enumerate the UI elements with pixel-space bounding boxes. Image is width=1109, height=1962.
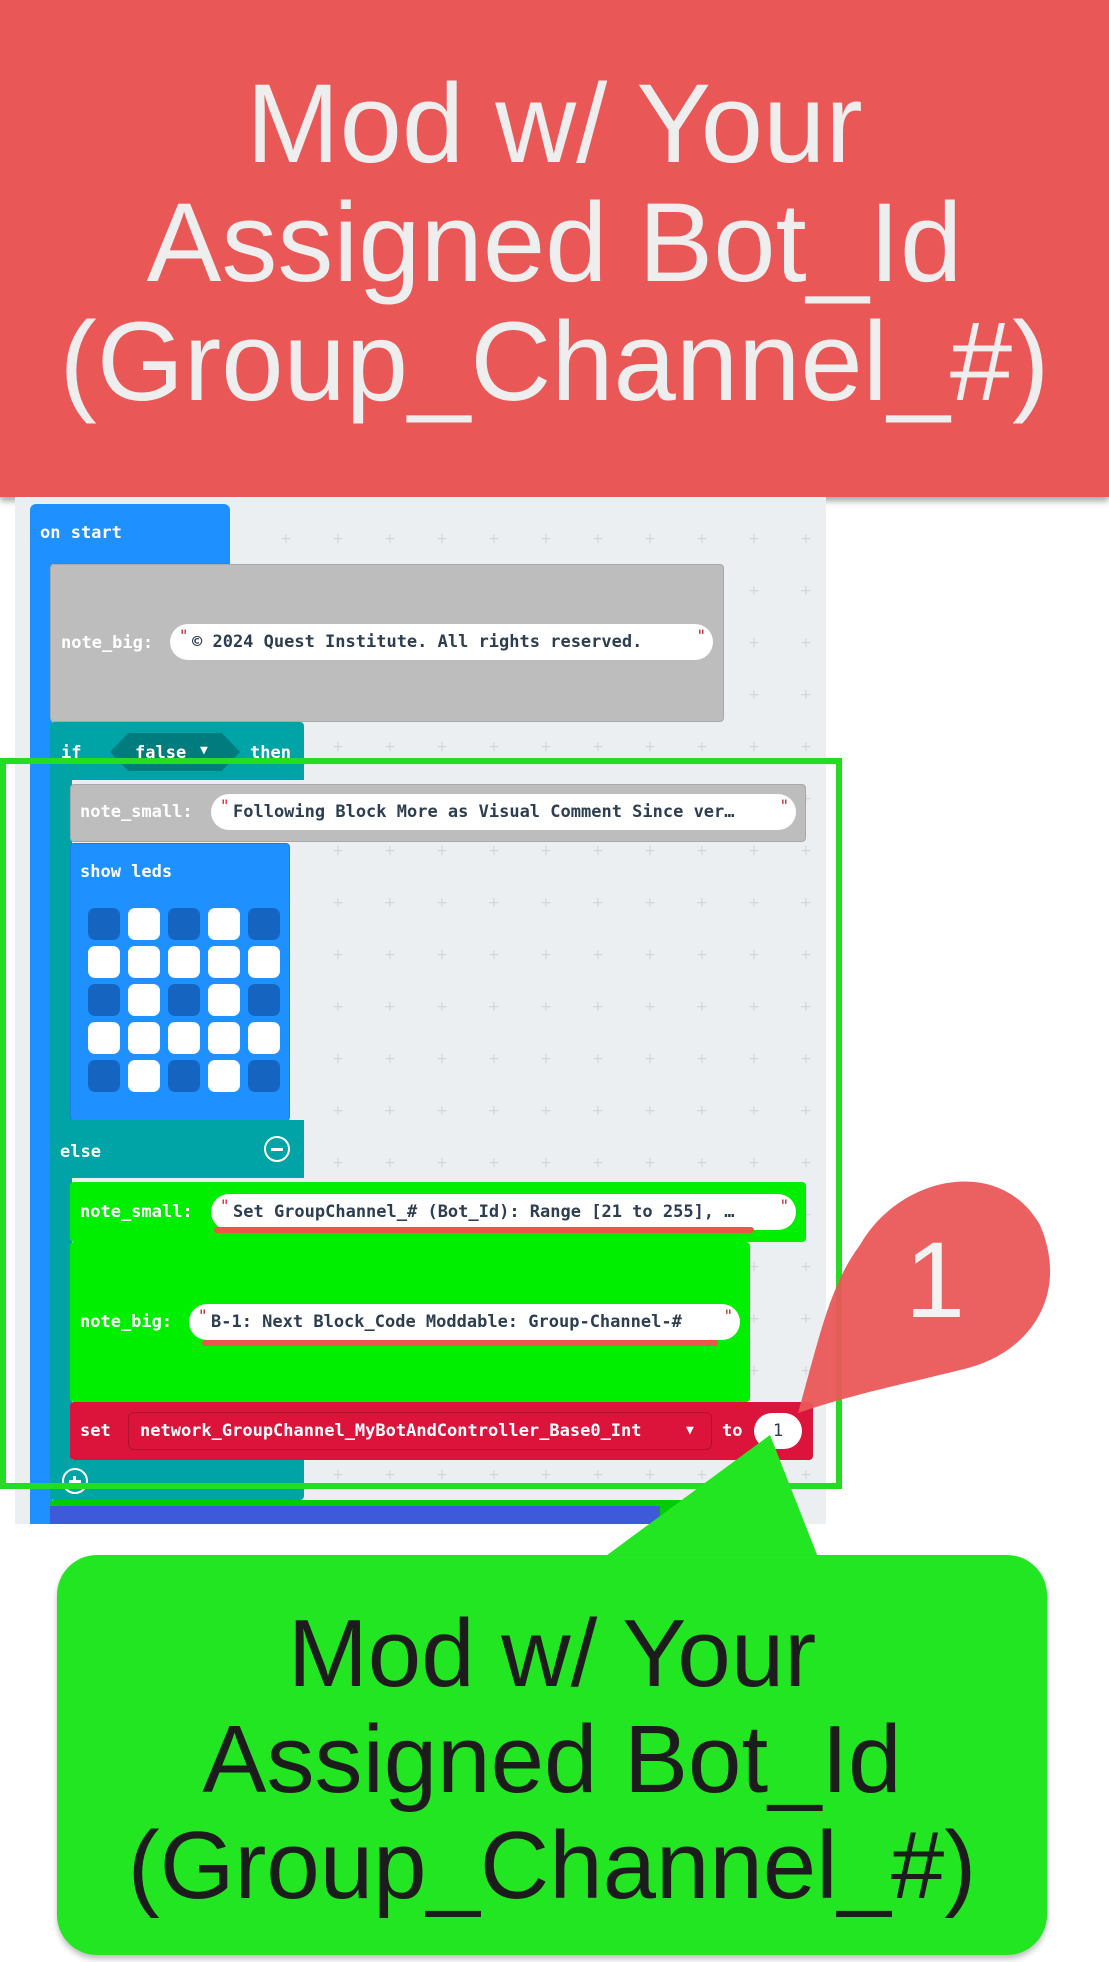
note-small-value-1[interactable]: " Following Block More as Visual Comment… <box>211 794 796 830</box>
led-r1-c3[interactable] <box>208 946 240 978</box>
led-r0-c4[interactable] <box>248 908 280 940</box>
led-r3-c3[interactable] <box>208 1022 240 1054</box>
led-r0-c2[interactable] <box>168 908 200 940</box>
marker-badge-number: 1 <box>904 1219 966 1340</box>
led-r1-c4[interactable] <box>248 946 280 978</box>
show-leds-label: show leds <box>80 862 173 882</box>
led-r2-c1[interactable] <box>128 984 160 1016</box>
remove-else-icon[interactable] <box>264 1136 290 1162</box>
top-banner-line-1: Mod w/ Your <box>246 61 863 186</box>
led-r0-c0[interactable] <box>88 908 120 940</box>
chevron-down-icon: ▼ <box>200 743 208 758</box>
note-small-value-2[interactable]: " Set GroupChannel_# (Bot_Id): Range [21… <box>211 1194 796 1230</box>
note-big-label-1: note_big: <box>61 633 154 653</box>
led-r2-c4[interactable] <box>248 984 280 1016</box>
note-big-value-2[interactable]: " B-1: Next Block_Code Moddable: Group-C… <box>189 1304 740 1340</box>
led-r3-c4[interactable] <box>248 1022 280 1054</box>
led-r1-c2[interactable] <box>168 946 200 978</box>
else-label: else <box>60 1142 101 1162</box>
led-r0-c3[interactable] <box>208 908 240 940</box>
condition-value: false <box>135 743 187 763</box>
note-small-text-1: Following Block More as Visual Comment S… <box>233 802 735 822</box>
top-banner-line-3: (Group_Channel_#) <box>59 299 1050 424</box>
led-r4-c2[interactable] <box>168 1060 200 1092</box>
bottom-callout-line-3: (Group_Channel_#) <box>127 1812 977 1919</box>
if-label: if <box>61 743 82 763</box>
led-r4-c4[interactable] <box>248 1060 280 1092</box>
bottom-callout: Mod w/ Your Assigned Bot_Id (Group_Chann… <box>57 1555 1047 1955</box>
led-r3-c2[interactable] <box>168 1022 200 1054</box>
else-body <box>50 1178 72 1478</box>
on-start-body <box>30 560 52 1524</box>
led-r2-c0[interactable] <box>88 984 120 1016</box>
led-r2-c2[interactable] <box>168 984 200 1016</box>
note-small-label-2: note_small: <box>80 1202 193 1222</box>
led-r3-c1[interactable] <box>128 1022 160 1054</box>
led-r4-c0[interactable] <box>88 1060 120 1092</box>
note-big-text-2: B-1: Next Block_Code Moddable: Group-Cha… <box>211 1312 682 1332</box>
led-r1-c1[interactable] <box>128 946 160 978</box>
if-block-footer <box>50 1460 304 1500</box>
led-r4-c3[interactable] <box>208 1060 240 1092</box>
bottom-callout-line-2: Assigned Bot_Id <box>202 1706 902 1813</box>
callout-pointer-shape <box>580 1435 825 1575</box>
led-r3-c0[interactable] <box>88 1022 120 1054</box>
led-r1-c0[interactable] <box>88 946 120 978</box>
top-banner-line-2: Assigned Bot_Id <box>146 180 963 305</box>
top-banner: Mod w/ Your Assigned Bot_Id (Group_Chann… <box>0 0 1109 497</box>
underline-mark-2 <box>202 1340 718 1346</box>
led-r4-c1[interactable] <box>128 1060 160 1092</box>
on-start-label: on start <box>40 523 122 543</box>
set-label: set <box>80 1421 111 1441</box>
note-small-label-1: note_small: <box>80 802 193 822</box>
if-block-body <box>50 780 72 1120</box>
then-label: then <box>250 743 291 763</box>
callout-pointer <box>580 1435 825 1575</box>
note-big-label-2: note_big: <box>80 1312 173 1332</box>
note-big-text-1: © 2024 Quest Institute. All rights reser… <box>192 632 643 652</box>
underline-mark-1 <box>214 1227 754 1233</box>
bottom-callout-line-1: Mod w/ Your <box>287 1600 817 1707</box>
led-grid[interactable] <box>88 908 282 1092</box>
note-small-text-2: Set GroupChannel_# (Bot_Id): Range [21 t… <box>233 1202 735 1222</box>
led-r2-c3[interactable] <box>208 984 240 1016</box>
led-r0-c1[interactable] <box>128 908 160 940</box>
note-big-value-1[interactable]: " © 2024 Quest Institute. All rights res… <box>170 624 713 660</box>
add-else-icon[interactable] <box>62 1468 88 1494</box>
